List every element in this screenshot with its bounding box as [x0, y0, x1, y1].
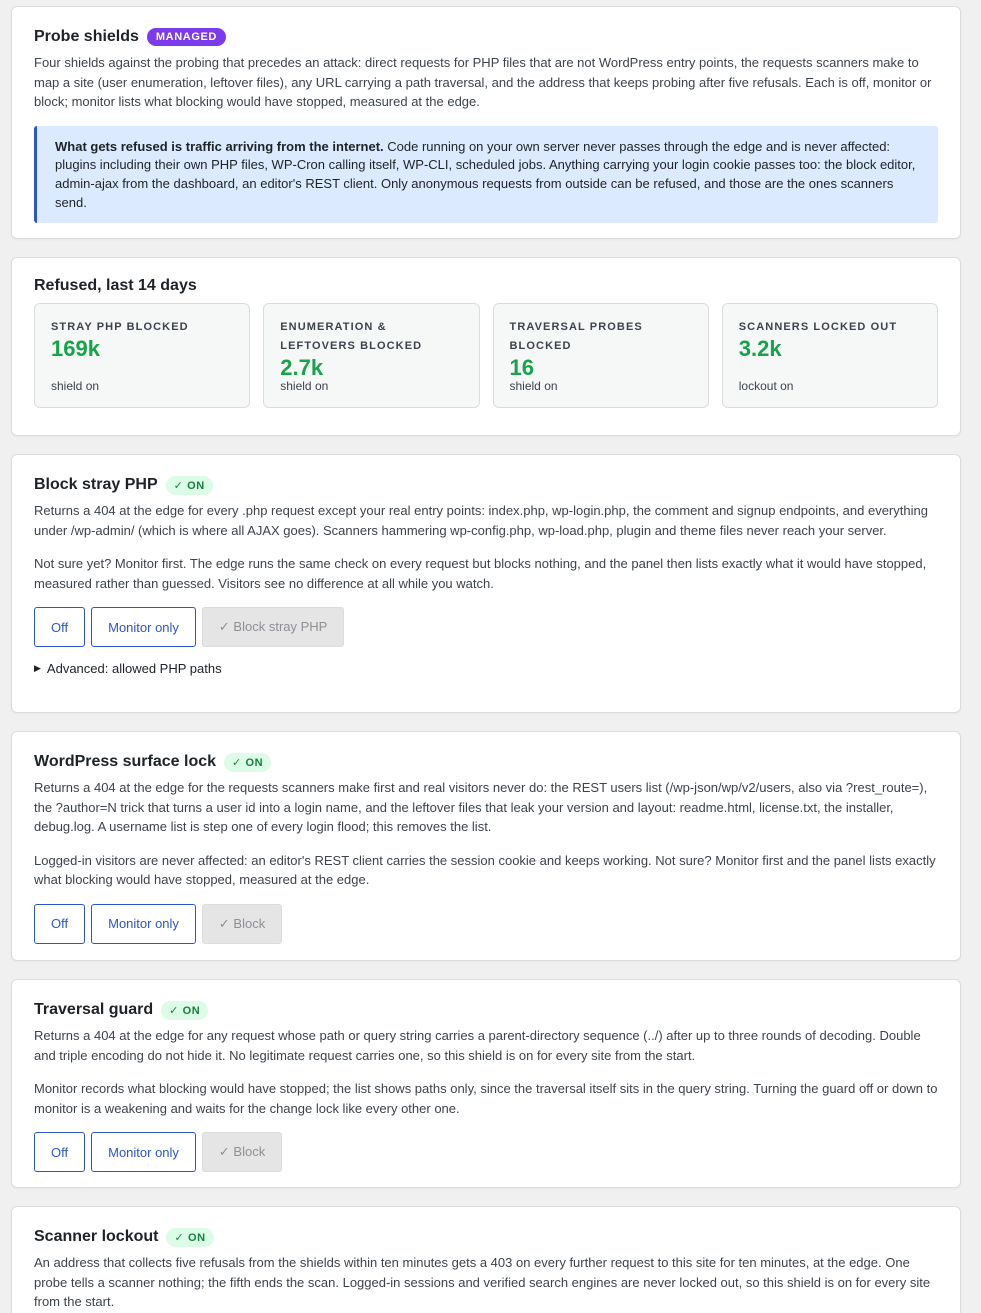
monitor-only-button[interactable]: Monitor only	[91, 1132, 196, 1173]
probe-shields-title: Probe shields	[34, 28, 139, 45]
probe-shields-heading: Probe shields MANAGED	[34, 26, 938, 48]
block-stray-php-card: Block stray PHP ✓ ON Returns a 404 at th…	[11, 454, 961, 713]
traversal-guard-mode-buttons: Off Monitor only ✓ Block	[34, 1132, 938, 1173]
stat-label: TRAVERSAL PROBES BLOCKED	[509, 321, 643, 352]
stat-value: 16	[509, 355, 534, 380]
edge-traffic-notice: What gets refused is traffic arriving fr…	[34, 125, 938, 224]
traversal-guard-heading: Traversal guard ✓ ON	[34, 999, 938, 1021]
stray-php-monitor-note: Not sure yet? Monitor first. The edge ru…	[34, 556, 927, 591]
stat-sub: shield on	[280, 379, 329, 393]
stats-row: STRAY PHP BLOCKED 169k shield on ENUMERA…	[34, 303, 938, 408]
stray-php-heading: Block stray PHP ✓ ON	[34, 474, 938, 496]
surface-lock-mode-buttons: Off Monitor only ✓ Block	[34, 903, 938, 944]
scanner-lockout-title: Scanner lockout	[34, 1228, 159, 1245]
traversal-guard-card: Traversal guard ✓ ON Returns a 404 at th…	[11, 979, 961, 1188]
stat-sub: shield on	[509, 379, 558, 393]
stat-sub: shield on	[51, 379, 100, 393]
monitor-only-button[interactable]: Monitor only	[91, 607, 196, 648]
scanner-lockout-description: An address that collects five refusals f…	[34, 1255, 931, 1310]
triangle-right-icon: ▶	[34, 663, 41, 674]
stat-label: ENUMERATION & LEFTOVERS BLOCKED	[280, 321, 423, 352]
stat-traversal: TRAVERSAL PROBES BLOCKED 16 shield on	[492, 303, 709, 408]
surface-lock-card: WordPress surface lock ✓ ON Returns a 40…	[11, 731, 961, 961]
block-button[interactable]: ✓ Block	[201, 1132, 283, 1173]
status-badge: ✓ ON	[166, 1227, 214, 1247]
off-button[interactable]: Off	[34, 1132, 86, 1173]
stat-value: 169k	[51, 336, 100, 361]
refused-heading: Refused, last 14 days	[34, 275, 938, 297]
stat-label: SCANNERS LOCKED OUT	[738, 321, 898, 333]
stray-php-mode-buttons: Off Monitor only ✓ Block stray PHP	[34, 607, 938, 648]
block-stray-php-button[interactable]: ✓ Block stray PHP	[201, 607, 345, 648]
stat-stray-php: STRAY PHP BLOCKED 169k shield on	[34, 303, 251, 408]
status-badge: ✓ ON	[224, 752, 272, 772]
probe-shields-card: Probe shields MANAGED Four shields again…	[11, 6, 961, 239]
stat-value: 3.2k	[738, 336, 782, 361]
advanced-php-paths-toggle[interactable]: ▶ Advanced: allowed PHP paths	[34, 661, 938, 676]
scanner-lockout-heading: Scanner lockout ✓ ON	[34, 1226, 938, 1248]
stat-value: 2.7k	[280, 355, 324, 380]
notice-bold-text: What gets refused is traffic arriving fr…	[55, 138, 384, 154]
stray-php-description: Returns a 404 at the edge for every .php…	[34, 503, 928, 538]
off-button[interactable]: Off	[34, 903, 86, 944]
off-button[interactable]: Off	[34, 607, 86, 648]
surface-lock-title: WordPress surface lock	[34, 753, 217, 770]
traversal-guard-monitor-note: Monitor records what blocking would have…	[34, 1081, 938, 1116]
surface-lock-description: Returns a 404 at the edge for the reques…	[34, 780, 928, 835]
stray-php-title: Block stray PHP	[34, 476, 158, 493]
traversal-guard-description: Returns a 404 at the edge for any reques…	[34, 1028, 921, 1063]
surface-lock-heading: WordPress surface lock ✓ ON	[34, 751, 938, 773]
status-badge: ✓ ON	[161, 1000, 209, 1020]
surface-lock-monitor-note: Logged-in visitors are never affected: a…	[34, 852, 936, 888]
refused-stats-card: Refused, last 14 days STRAY PHP BLOCKED …	[11, 257, 961, 436]
refused-title: Refused, last 14 days	[34, 277, 197, 294]
advanced-label: Advanced: allowed PHP paths	[46, 661, 222, 677]
traversal-guard-title: Traversal guard	[34, 1001, 154, 1018]
stat-sub: lockout on	[738, 379, 794, 393]
managed-badge: MANAGED	[146, 28, 226, 46]
probe-shields-description: Four shields against the probing that pr…	[34, 55, 932, 110]
block-button[interactable]: ✓ Block	[201, 903, 283, 944]
stat-scanners: SCANNERS LOCKED OUT 3.2k lockout on	[721, 303, 938, 408]
stat-enumeration: ENUMERATION & LEFTOVERS BLOCKED 2.7k shi…	[263, 303, 480, 408]
scanner-lockout-card: Scanner lockout ✓ ON An address that col…	[11, 1206, 961, 1313]
stat-label: STRAY PHP BLOCKED	[51, 321, 189, 333]
status-badge: ✓ ON	[165, 475, 213, 495]
monitor-only-button[interactable]: Monitor only	[91, 903, 196, 944]
